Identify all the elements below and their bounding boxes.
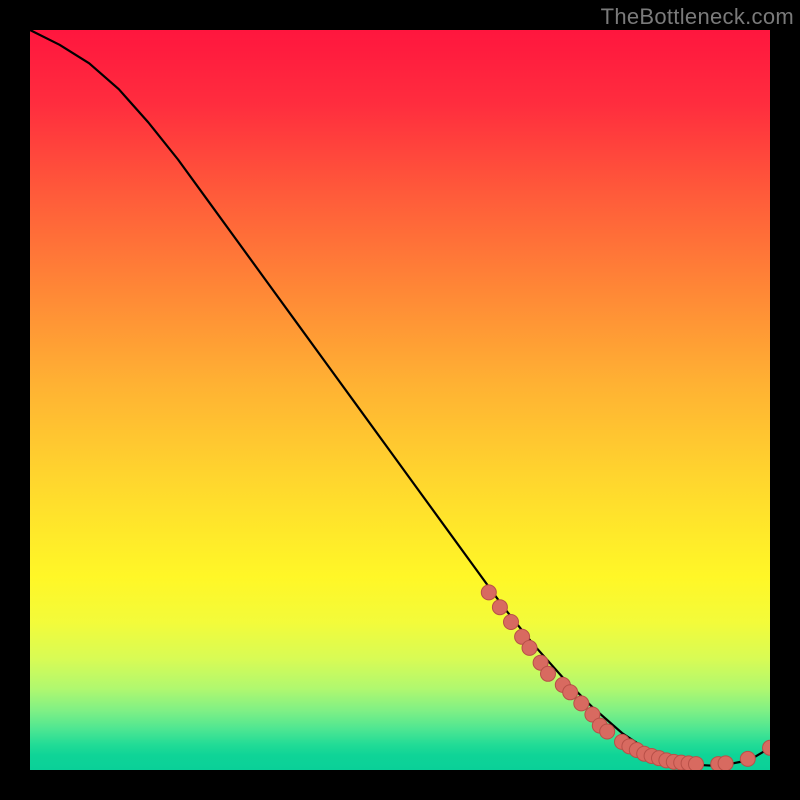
watermark-text: TheBottleneck.com bbox=[601, 4, 794, 30]
chart-svg bbox=[30, 30, 770, 770]
bottleneck-curve bbox=[30, 30, 770, 766]
data-points bbox=[481, 585, 770, 770]
data-point bbox=[522, 640, 537, 655]
data-point bbox=[563, 685, 578, 700]
data-point bbox=[740, 751, 755, 766]
data-point bbox=[541, 666, 556, 681]
data-point bbox=[481, 585, 496, 600]
data-point bbox=[718, 756, 733, 770]
data-point bbox=[600, 724, 615, 739]
data-point bbox=[574, 696, 589, 711]
data-point bbox=[492, 600, 507, 615]
data-point bbox=[763, 740, 771, 755]
plot-area bbox=[30, 30, 770, 770]
data-point bbox=[504, 615, 519, 630]
chart-stage: TheBottleneck.com bbox=[0, 0, 800, 800]
data-point bbox=[689, 757, 704, 770]
